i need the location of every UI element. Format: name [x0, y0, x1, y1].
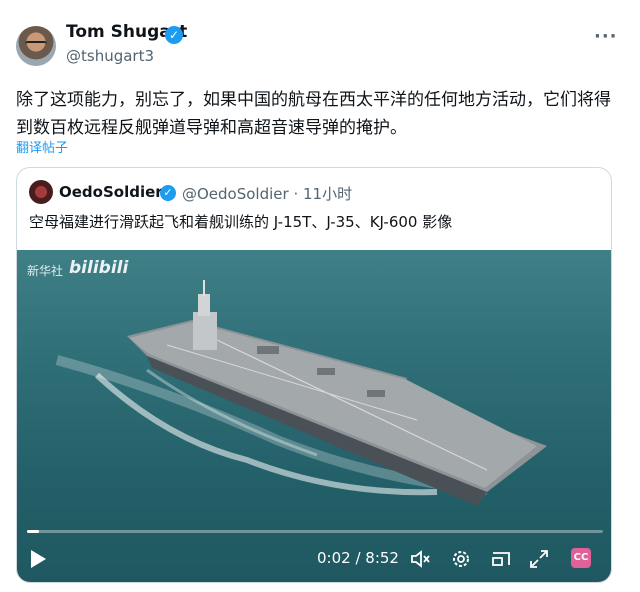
tweet-text: 除了这项能力，别忘了，如果中国的航母在西太平洋的任何地方活动，它们将得到数百枚远… [16, 90, 611, 138]
play-icon[interactable] [31, 550, 46, 568]
video-player[interactable]: 新华社 bilibili 0:02 / 8:52 CC [17, 250, 611, 582]
quoted-author-name[interactable]: OedoSoldier [59, 183, 163, 201]
author-avatar[interactable] [16, 26, 56, 66]
volume-mute-icon[interactable] [409, 547, 433, 571]
verified-icon: ✓ [165, 26, 183, 44]
video-watermark-source: 新华社 [27, 264, 64, 278]
captions-icon[interactable]: CC [571, 548, 591, 568]
settings-icon[interactable] [449, 547, 473, 571]
video-time: 0:02 / 8:52 [317, 549, 399, 567]
quoted-author-avatar[interactable] [29, 180, 53, 204]
quoted-tweet-text: 空母福建进行滑跃起飞和着舰训练的 J-15T、J-35、KJ-600 影像 [29, 213, 453, 231]
quoted-verified-icon: ✓ [160, 185, 176, 201]
picture-in-picture-icon[interactable] [489, 547, 513, 571]
aircraft-carrier-image [55, 280, 547, 506]
quoted-author-handle: @OedoSoldier · 11小时 [182, 185, 353, 203]
more-icon[interactable]: ··· [594, 26, 618, 47]
fullscreen-icon[interactable] [527, 547, 551, 571]
quoted-tweet[interactable]: OedoSoldier ✓ @OedoSoldier · 11小时 空母福建进行… [16, 167, 612, 583]
translate-link[interactable]: 翻译帖子 [16, 137, 68, 156]
author-handle[interactable]: @tshugart3 [66, 47, 154, 65]
video-progress-fill [27, 530, 39, 533]
video-progress-bar[interactable] [27, 530, 603, 533]
video-watermark-brand: bilibili [69, 258, 129, 278]
